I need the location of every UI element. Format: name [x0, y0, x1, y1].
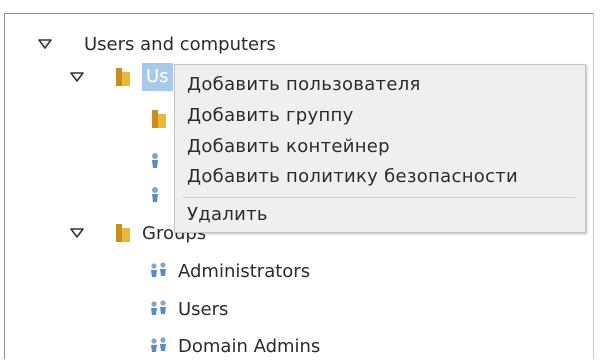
- folder-icon: [114, 222, 132, 244]
- expand-arrow-icon[interactable]: [70, 223, 84, 244]
- folder-icon: [150, 108, 168, 130]
- tree-node-group-administrators[interactable]: Administrators: [148, 256, 310, 286]
- context-menu: Добавить пользователя Добавить группу До…: [174, 64, 586, 233]
- menu-item-add-container[interactable]: Добавить контейнер: [187, 133, 390, 161]
- folder-icon: [114, 66, 132, 88]
- tree-node-user-2[interactable]: [150, 180, 160, 210]
- group-icon: [148, 336, 170, 356]
- menu-separator: [183, 197, 575, 198]
- group-label: Domain Admins: [178, 335, 321, 357]
- group-icon: [148, 261, 170, 281]
- user-icon: [150, 152, 160, 170]
- tree-node-root[interactable]: Users and computers: [38, 29, 276, 59]
- group-icon: [148, 299, 170, 319]
- tree-node-group-domain-admins[interactable]: Domain Admins: [148, 331, 320, 361]
- tree-node-group-users[interactable]: Users: [148, 294, 228, 324]
- menu-item-add-user[interactable]: Добавить пользователя: [187, 71, 421, 99]
- user-icon: [150, 186, 160, 204]
- expand-arrow-icon[interactable]: [70, 67, 84, 88]
- group-label: Users: [178, 298, 229, 320]
- menu-item-add-security-policy[interactable]: Добавить политику безопасности: [187, 163, 518, 191]
- menu-item-add-group[interactable]: Добавить группу: [187, 102, 354, 130]
- tree-node-user-1[interactable]: [150, 146, 160, 176]
- tree-node-users-folder[interactable]: Us: [70, 62, 173, 92]
- expand-arrow-icon[interactable]: [38, 34, 52, 55]
- tree-node-root-label: Users and computers: [84, 33, 276, 55]
- group-label: Administrators: [178, 260, 311, 282]
- tree-node-users-label: Us: [142, 63, 173, 91]
- menu-item-delete[interactable]: Удалить: [187, 201, 268, 229]
